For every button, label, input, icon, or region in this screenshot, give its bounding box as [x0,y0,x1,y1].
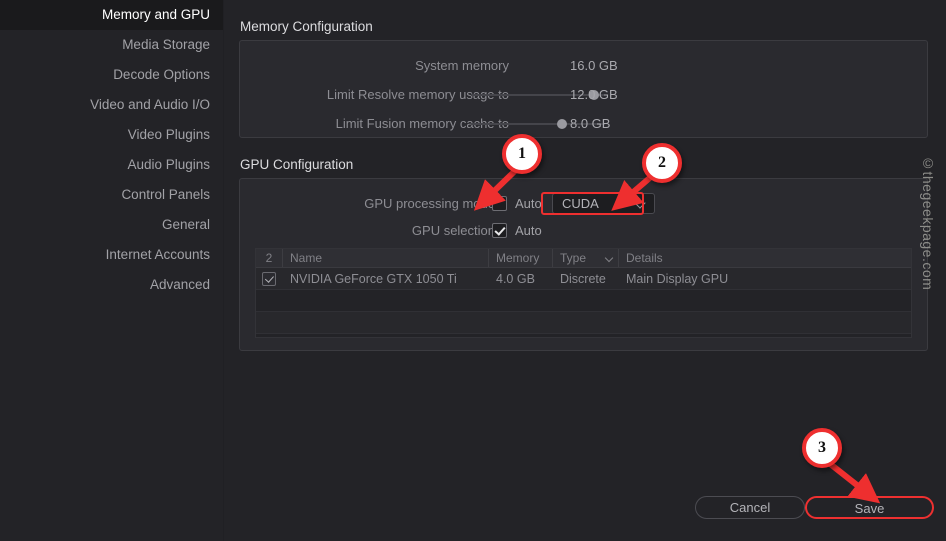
sidebar-item-label: Internet Accounts [105,247,210,262]
gpu-selection-row: GPU selection Auto [240,220,927,242]
sidebar-item-label: General [161,217,210,232]
sidebar-item-audio-plugins[interactable]: Audio Plugins [0,150,223,180]
sidebar-item-internet-accounts[interactable]: Internet Accounts [0,240,223,270]
slider-knob[interactable] [557,119,567,129]
settings-sidebar: Memory and GPU Media Storage Decode Opti… [0,0,223,541]
sidebar-item-media-storage[interactable]: Media Storage [0,30,223,60]
sidebar-item-label: Advanced [149,277,210,292]
chevron-down-icon [604,253,614,263]
annotation-callout-3: 3 [802,428,842,468]
sidebar-item-label: Control Panels [121,187,210,202]
sidebar-item-advanced[interactable]: Advanced [0,270,223,300]
table-row-empty [256,312,911,334]
gpu-configuration-title: GPU Configuration [240,157,354,172]
sidebar-item-label: Memory and GPU [101,7,210,22]
sidebar-item-decode-options[interactable]: Decode Options [0,60,223,90]
table-row-empty [256,334,911,337]
column-header-details[interactable]: Details [619,249,911,267]
gpu-memory-cell: 4.0 GB [496,272,535,286]
memory-configuration-panel: System memory 16.0 GB Limit Resolve memo… [239,40,928,138]
limit-fusion-cache-row: Limit Fusion memory cache to 8.0 GB [240,113,927,135]
system-memory-value: 16.0 GB [570,58,618,73]
sidebar-item-label: Audio Plugins [127,157,210,172]
column-header-type[interactable]: Type [553,249,619,267]
sidebar-item-video-plugins[interactable]: Video Plugins [0,120,223,150]
limit-resolve-memory-row: Limit Resolve memory usage to 12.0 GB [240,84,927,106]
annotation-callout-1: 1 [502,134,542,174]
row-select-cell[interactable] [256,268,283,289]
watermark: ©thegeekpage.com [920,155,936,291]
sidebar-item-memory-and-gpu[interactable]: Memory and GPU [0,0,223,30]
column-header-name[interactable]: Name [283,249,489,267]
table-row[interactable]: NVIDIA GeForce GTX 1050 Ti 4.0 GB Discre… [256,268,911,290]
table-row-empty [256,290,911,312]
gpu-details-cell: Main Display GPU [626,272,729,286]
gpu-selection-label: GPU selection [411,223,495,238]
column-header-memory[interactable]: Memory [489,249,553,267]
sidebar-item-control-panels[interactable]: Control Panels [0,180,223,210]
row-checkbox[interactable] [262,272,276,286]
limit-resolve-memory-value: 12.0 GB [570,87,618,102]
gpu-selection-auto-label: Auto [515,223,542,238]
gpu-table-header: 2 Name Memory Type Details [256,249,911,268]
sidebar-item-label: Video and Audio I/O [90,97,210,112]
gpu-selection-auto-checkbox[interactable] [492,223,507,238]
column-header-count[interactable]: 2 [256,249,283,267]
gpu-list-table: 2 Name Memory Type Details NVIDIA GeForc… [255,248,912,338]
gpu-name-cell: NVIDIA GeForce GTX 1050 Ti [290,272,457,286]
cancel-button[interactable]: Cancel [695,496,805,519]
gpu-type-cell: Discrete [560,272,606,286]
sidebar-item-video-and-audio-io[interactable]: Video and Audio I/O [0,90,223,120]
column-header-type-label: Type [560,251,587,265]
sidebar-item-label: Decode Options [113,67,210,82]
sidebar-item-label: Video Plugins [127,127,210,142]
sidebar-item-label: Media Storage [122,37,210,52]
system-memory-label: System memory [415,58,509,73]
sidebar-item-general[interactable]: General [0,210,223,240]
limit-fusion-cache-value: 8.0 GB [570,116,611,131]
memory-configuration-title: Memory Configuration [240,19,373,34]
annotation-callout-2: 2 [642,143,682,183]
system-memory-row: System memory 16.0 GB [240,55,927,77]
